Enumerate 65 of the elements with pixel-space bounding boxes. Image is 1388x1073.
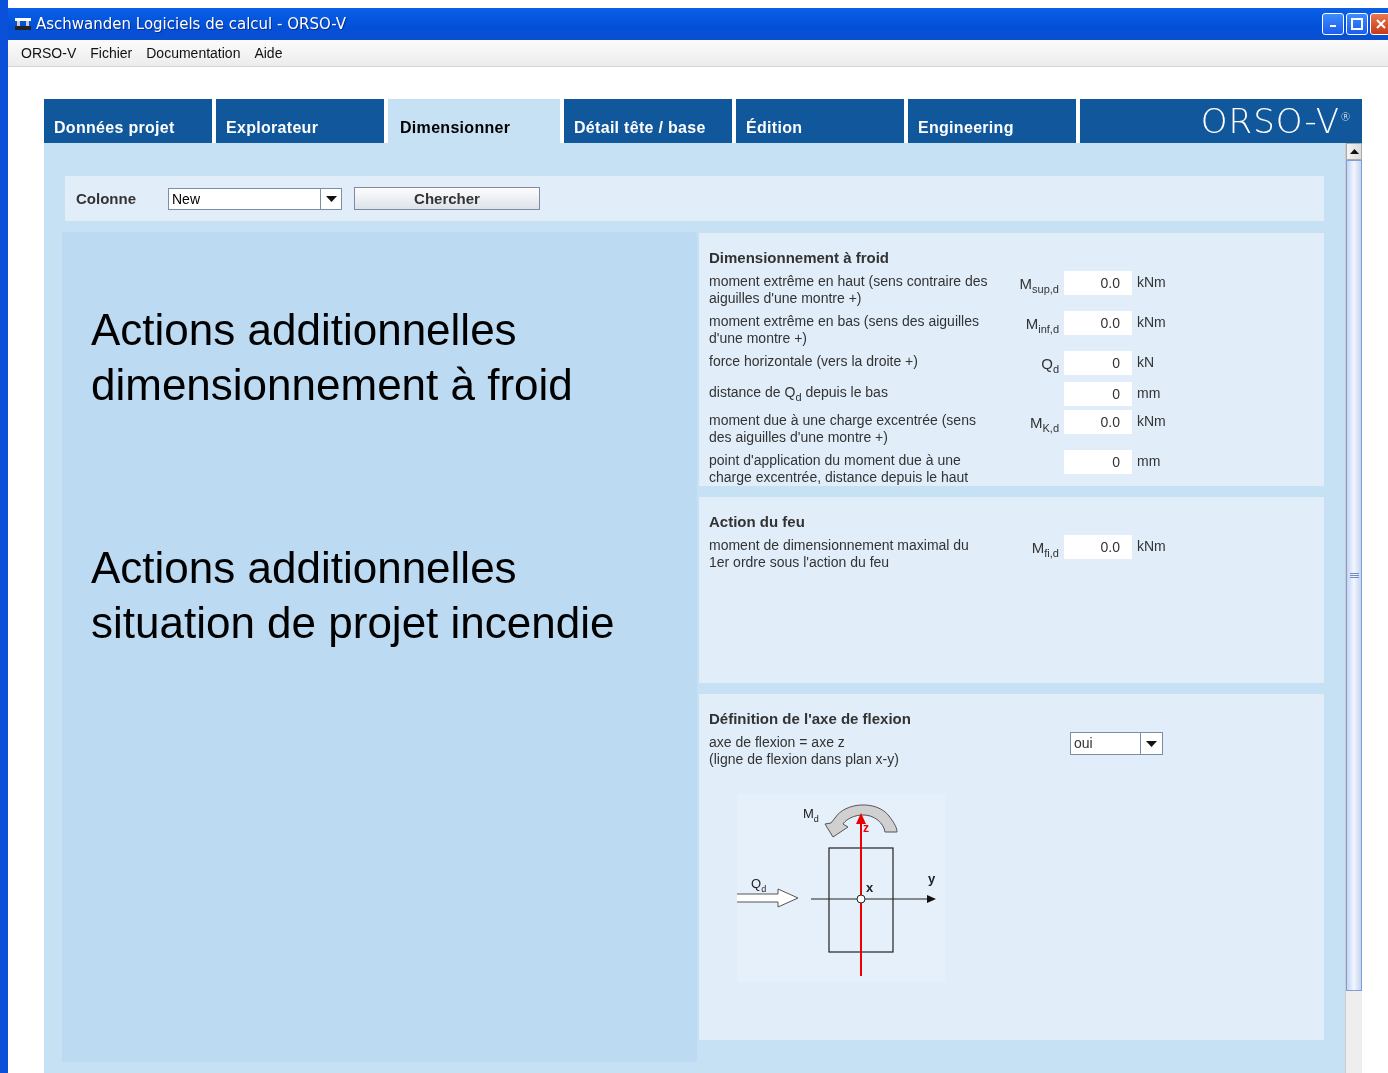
- field-label: moment due à une charge excentrée (sens des aiguilles d'une montre +): [709, 411, 977, 446]
- section-title: Dimensionnement à froid: [709, 249, 891, 266]
- field-label: moment extrême en haut (sens contraire des aiguilles d'une montre +): [709, 272, 989, 307]
- symbol-label: Q$_{d}$: [1040, 354, 1059, 377]
- tab[interactable]: Détail tête / base: [564, 99, 732, 143]
- number-field[interactable]: 0.0: [1064, 410, 1132, 434]
- axis-label: x: [866, 880, 874, 895]
- origin-marker: [856, 894, 866, 904]
- symbol-label: M$_{fi,d}$: [1030, 538, 1059, 561]
- tab[interactable]: Dimensionner: [388, 99, 560, 143]
- field-label: axe de flexion = axe z (ligne de flexion dans plan x-y): [709, 733, 900, 768]
- menu-item[interactable]: Documentation: [139, 45, 248, 61]
- symbol-label: M$_{inf,d}$: [1024, 314, 1059, 337]
- caret-icon: [325, 195, 337, 202]
- symbol-label: M$_{sup,d}$: [1018, 274, 1059, 297]
- scrollbar-thumb[interactable]: [1346, 160, 1362, 991]
- force-label: Q$_{d}$: [751, 876, 767, 894]
- minimize-button[interactable]: [1322, 13, 1344, 35]
- unit-label: mm: [1137, 384, 1162, 403]
- maximize-icon: [1351, 18, 1363, 30]
- symbol-label: M$_{K,d}$: [1029, 413, 1059, 436]
- caret-icon: [1349, 149, 1359, 154]
- number-field[interactable]: 0.0: [1064, 535, 1132, 559]
- tab[interactable]: Explorateur: [216, 99, 384, 143]
- field-label: force horizontale (vers la droite +): [709, 352, 919, 371]
- logo: ORSO-V$^{®}$: [1080, 99, 1362, 143]
- column-dropdown[interactable]: New: [168, 187, 342, 210]
- unit-label: mm: [1137, 452, 1162, 471]
- unit-label: kNm: [1137, 273, 1167, 292]
- field-label: moment extrême en bas (sens des aiguilles d'une montre +): [709, 312, 981, 347]
- number-field[interactable]: 0.0: [1064, 271, 1132, 295]
- menu-item[interactable]: ORSO-V: [14, 45, 84, 61]
- close-button[interactable]: [1370, 13, 1388, 35]
- panel-heading: Actions additionnelles situation de projet incendie: [91, 542, 616, 649]
- axis-label: y: [928, 871, 936, 886]
- number-field[interactable]: 0.0: [1064, 311, 1132, 335]
- section-title: Action du feu: [709, 513, 806, 530]
- unit-label: kNm: [1137, 313, 1167, 332]
- section-title: Définition de l'axe de flexion: [709, 710, 912, 727]
- number-field[interactable]: 0: [1064, 351, 1132, 375]
- scroll-up-button[interactable]: [1346, 143, 1362, 160]
- field-label: point d'application du moment due à une charge excentrée, distance depuis le haut: [709, 451, 970, 486]
- window-title: Aschwanden Logiciels de calcul - ORSO-V: [36, 15, 347, 33]
- maximize-button[interactable]: [1346, 13, 1368, 35]
- caret-icon: [1146, 740, 1157, 747]
- unit-label: kNm: [1137, 537, 1167, 556]
- moment-label: M$_{d}$: [803, 806, 819, 824]
- field-label: moment de dimensionnement maximal du 1er ordre sous l'action du feu: [709, 536, 970, 571]
- menu-item[interactable]: Fichier: [83, 45, 140, 61]
- tab[interactable]: Données projet: [44, 99, 212, 143]
- tab[interactable]: Engineering: [908, 99, 1076, 143]
- app-icon: [14, 17, 32, 31]
- search-button[interactable]: Chercher: [354, 187, 540, 210]
- unit-label: kN: [1137, 353, 1156, 372]
- number-field[interactable]: 0: [1064, 450, 1132, 474]
- panel-heading: Actions additionnelles dimensionnement à froid: [91, 304, 574, 411]
- axis-label: z: [863, 821, 869, 835]
- field-label: Colonne: [76, 190, 137, 207]
- close-icon: [1375, 18, 1387, 30]
- unit-label: kNm: [1137, 412, 1167, 431]
- dropdown[interactable]: oui: [1070, 732, 1163, 755]
- number-field[interactable]: 0: [1064, 382, 1132, 406]
- menu-item[interactable]: Aide: [247, 45, 290, 61]
- field-label: distance de Q$_{d}$ depuis le bas: [709, 383, 889, 405]
- tab[interactable]: Édition: [736, 99, 904, 143]
